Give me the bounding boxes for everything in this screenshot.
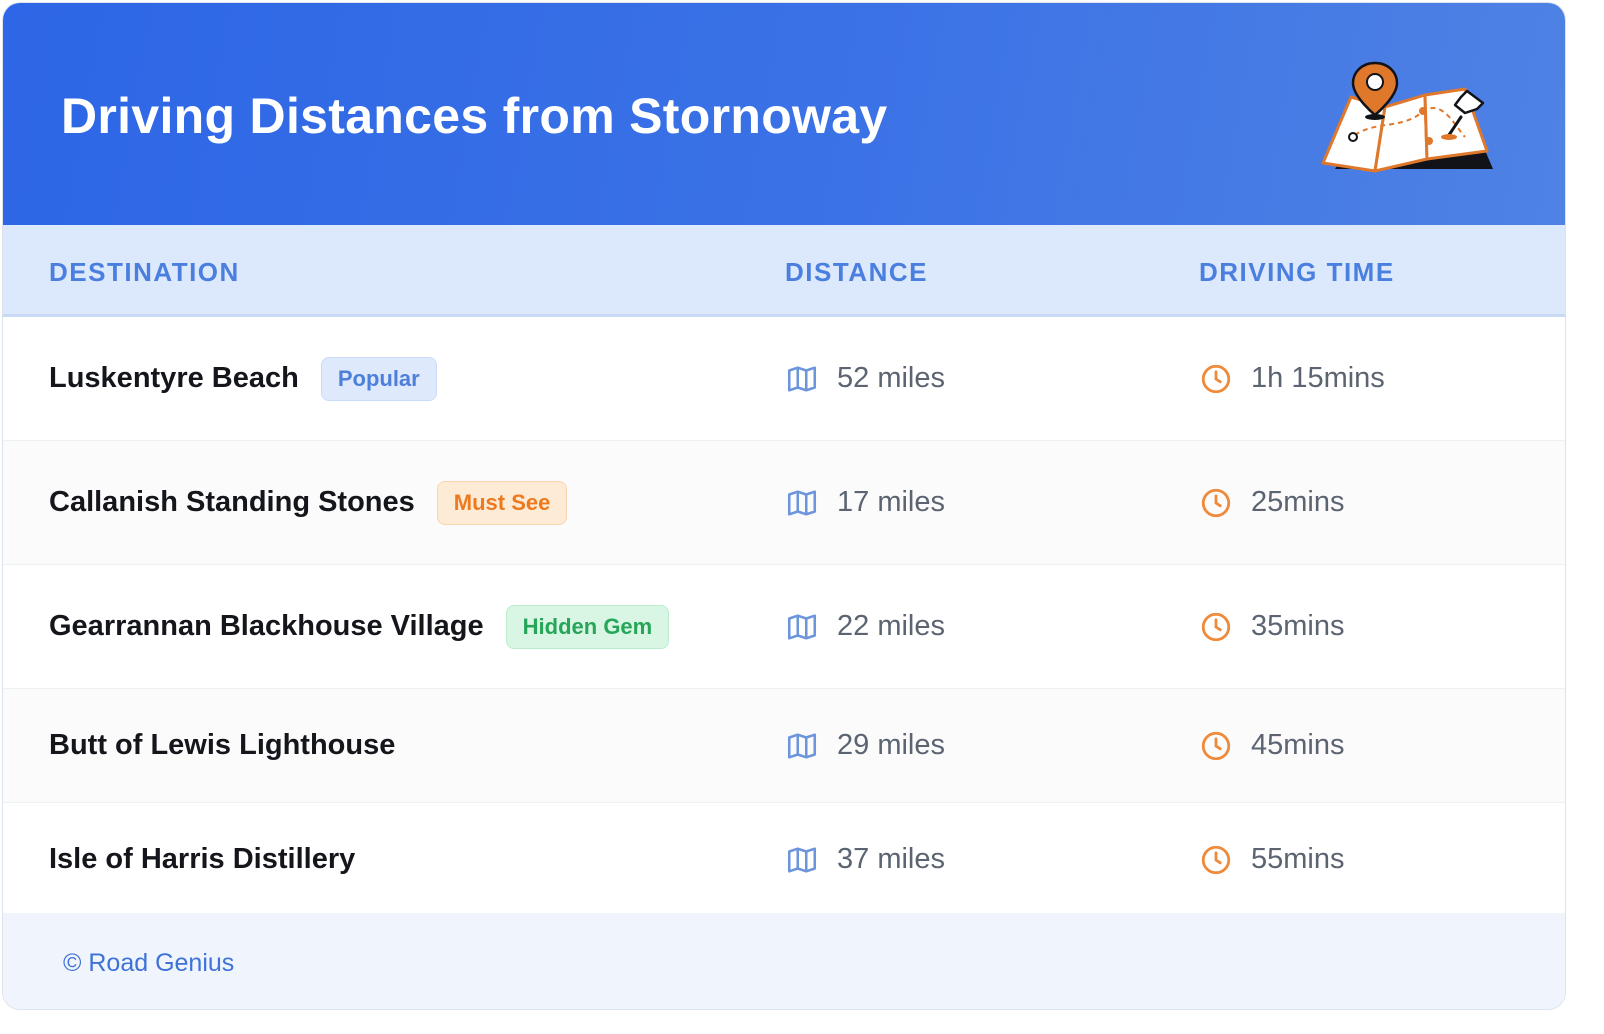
map-icon — [787, 365, 817, 392]
driving-time-value: 1h 15mins — [1251, 362, 1385, 394]
column-header-driving-time: DRIVING TIME — [1199, 257, 1395, 287]
table-row: Luskentyre Beach Popular 52 miles 1h 15m… — [3, 317, 1565, 441]
map-icon — [787, 846, 817, 873]
distance-cell: 52 miles — [785, 317, 945, 440]
destination-cell: Callanish Standing Stones Must See — [49, 441, 568, 564]
clock-icon — [1201, 488, 1231, 517]
clock-icon — [1201, 612, 1231, 641]
driving-time-value: 35mins — [1251, 610, 1345, 642]
distance-cell: 29 miles — [785, 689, 945, 802]
footer-credit: © Road Genius — [63, 949, 235, 977]
map-icon — [787, 613, 817, 640]
map-icon — [787, 489, 817, 516]
driving-time-cell: 1h 15mins — [1199, 317, 1385, 440]
card-footer: © Road Genius — [3, 913, 1565, 1009]
destination-name: Isle of Harris Distillery — [49, 843, 356, 875]
clock-icon — [1201, 731, 1231, 760]
table-body: Luskentyre Beach Popular 52 miles 1h 15m… — [3, 317, 1565, 917]
driving-time-cell: 35mins — [1199, 565, 1345, 688]
table-row: Gearrannan Blackhouse Village Hidden Gem… — [3, 565, 1565, 689]
distance-cell: 17 miles — [785, 441, 945, 564]
driving-time-value: 55mins — [1251, 843, 1345, 875]
destination-cell: Butt of Lewis Lighthouse — [49, 689, 395, 802]
destination-name: Callanish Standing Stones — [49, 486, 415, 518]
table-row: Isle of Harris Distillery 37 miles 55min… — [3, 803, 1565, 917]
card-header: Driving Distances from Stornoway — [3, 3, 1565, 225]
table-row: Callanish Standing Stones Must See 17 mi… — [3, 441, 1565, 565]
distance-value: 17 miles — [837, 486, 945, 518]
distance-value: 22 miles — [837, 610, 945, 642]
map-icon — [787, 732, 817, 759]
clock-icon — [1201, 845, 1231, 874]
hidden-gem-badge: Hidden Gem — [505, 604, 670, 649]
folded-map-with-pins-icon — [1321, 61, 1493, 173]
destination-cell: Luskentyre Beach Popular — [49, 317, 437, 440]
destination-name: Luskentyre Beach — [49, 362, 299, 394]
driving-time-cell: 55mins — [1199, 803, 1345, 916]
clock-icon — [1201, 364, 1231, 393]
distance-value: 37 miles — [837, 843, 945, 875]
distance-cell: 22 miles — [785, 565, 945, 688]
destination-cell: Isle of Harris Distillery — [49, 803, 355, 916]
driving-time-cell: 45mins — [1199, 689, 1345, 802]
destination-name: Gearrannan Blackhouse Village — [49, 610, 484, 642]
driving-time-value: 45mins — [1251, 729, 1345, 761]
driving-time-value: 25mins — [1251, 486, 1345, 518]
destination-name: Butt of Lewis Lighthouse — [49, 729, 396, 761]
page-title: Driving Distances from Stornoway — [61, 88, 888, 144]
distance-value: 52 miles — [837, 362, 945, 394]
column-header-destination: DESTINATION — [49, 257, 240, 287]
distance-cell: 37 miles — [785, 803, 945, 916]
popular-badge: Popular — [320, 356, 437, 401]
table-header: DESTINATION DISTANCE DRIVING TIME — [3, 225, 1565, 317]
distance-value: 29 miles — [837, 729, 945, 761]
destination-cell: Gearrannan Blackhouse Village Hidden Gem — [49, 565, 670, 688]
table-row: Butt of Lewis Lighthouse 29 miles 45mins — [3, 689, 1565, 803]
must-see-badge: Must See — [436, 480, 568, 525]
column-header-distance: DISTANCE — [785, 257, 928, 287]
distance-card: Driving Distances from Stornoway DESTINA… — [2, 2, 1566, 1010]
driving-time-cell: 25mins — [1199, 441, 1345, 564]
